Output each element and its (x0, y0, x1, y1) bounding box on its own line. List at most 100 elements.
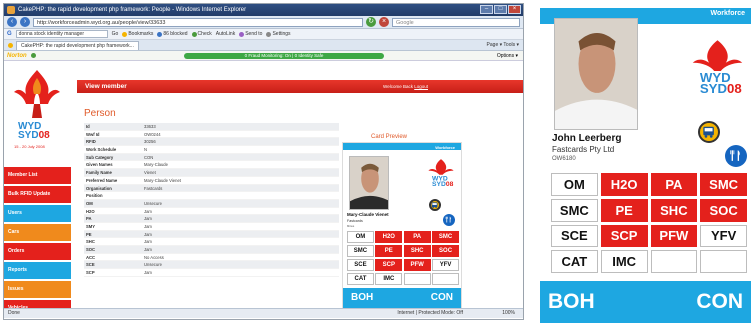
access-zone-cell: SOC (432, 244, 459, 258)
toolbar-input[interactable]: donna stock identity manager (15, 30, 108, 38)
access-zone-cell: SMC (432, 231, 459, 244)
table-row: SCP Jam (84, 269, 339, 277)
table-row: ACC No Access (84, 254, 339, 262)
category-right: CON (430, 292, 453, 303)
zoom-level[interactable]: 100% (502, 309, 515, 318)
close-button[interactable]: × (508, 5, 521, 14)
cutlery-icon (443, 214, 455, 226)
access-zone-cell: IMC (375, 272, 403, 285)
access-zone-cell: PA (403, 231, 431, 244)
toolbar-blocked-label: 86 blocked (163, 31, 188, 37)
toolbar-sendto-label: Send to (245, 31, 263, 37)
norton-options[interactable]: Options ▾ (497, 53, 518, 59)
person-table: Id 33633 Wwf Id OW0244 RFID 30256 Work Schedul… (84, 123, 339, 277)
field-value: Mary-Claude Vienet (144, 177, 181, 183)
bus-icon (429, 199, 441, 211)
table-row: Wwf Id OW0244 (84, 131, 339, 139)
check-icon (191, 31, 197, 37)
access-zone-cell: SMC (347, 244, 374, 258)
access-zone-cell: PA (650, 173, 698, 196)
svg-text:SYD08: SYD08 (700, 81, 742, 93)
access-zone-cell: PFW (403, 258, 431, 272)
field-label: SOC (86, 247, 96, 252)
table-row: PE Jam (84, 230, 339, 239)
send-icon (239, 31, 245, 37)
logo-line2: SYD (18, 130, 39, 141)
field-label: Position (86, 193, 103, 199)
toolbar-settings[interactable]: Settings (266, 31, 291, 37)
person-silhouette-icon (350, 157, 388, 209)
refresh-icon[interactable]: ↻ (366, 17, 376, 27)
sidebar-menu-item[interactable]: Cars (4, 224, 71, 241)
page-tools-menu[interactable]: Page ▾ Tools ▾ (487, 42, 519, 48)
field-label: Wwf Id (86, 131, 100, 137)
back-icon[interactable]: ‹ (7, 17, 17, 27)
toolbar-sendto[interactable]: Send to (239, 31, 262, 37)
field-label: Id (86, 124, 90, 129)
stop-icon[interactable]: × (379, 17, 389, 27)
access-zone-cell (700, 250, 747, 273)
table-row: Id 33633 (84, 123, 339, 131)
table-row: OM Unsecure (84, 199, 339, 208)
tab-cakephp[interactable]: CakePHP: the rapid development php frame… (16, 41, 139, 50)
logout-link[interactable]: Logout (414, 84, 428, 89)
forward-icon[interactable]: › (20, 17, 30, 27)
maximize-button[interactable]: □ (494, 5, 507, 14)
toolbar-blocked[interactable]: 86 blocked (157, 31, 188, 37)
logo-dates: 15 - 20 July 2008 (14, 144, 45, 149)
wyd-logo: WYD SYD08 15 - 20 July 2008 (4, 62, 71, 162)
card-bottom-band: BOH CON (540, 281, 751, 323)
table-row: Organisation Fastcards (84, 184, 339, 193)
url-field[interactable]: http://workforceadmin.wyd.org.au/people/… (33, 17, 363, 27)
minimize-button[interactable]: – (480, 5, 493, 14)
field-label: Given Names (86, 162, 113, 168)
field-label: PE (86, 231, 92, 237)
sidebar-menu-item[interactable]: Users (4, 205, 71, 222)
wyd-card-logo: WYD SYD08 (427, 158, 455, 188)
toolbar-bookmarks[interactable]: Bookmarks (122, 31, 153, 37)
ie-icon (7, 6, 15, 14)
favorites-star-icon[interactable] (8, 43, 13, 48)
field-value: Vienet (144, 170, 156, 176)
sidebar-menu-item[interactable]: Reports (4, 262, 71, 279)
access-zone-cell: SMC (700, 173, 747, 196)
tab-strip: CakePHP: the rapid development php frame… (4, 40, 523, 51)
field-label: OM (86, 200, 93, 206)
star-icon (122, 31, 128, 37)
wrench-icon (266, 31, 272, 37)
page-header: View member Welcome Back Logout (77, 80, 523, 93)
address-bar: ‹ › http://workforceadmin.wyd.org.au/peo… (4, 16, 523, 29)
sidebar-menu-item[interactable]: Member List (4, 167, 71, 184)
sidebar-menu-item[interactable]: Issues (4, 281, 71, 298)
field-value: Unsecure (144, 200, 162, 206)
toolbar-check[interactable]: Check (191, 31, 212, 37)
sidebar-menu-item[interactable]: Orders (4, 243, 71, 260)
sidebar-menu-item[interactable]: Bulk RFID Update (4, 186, 71, 203)
section-title: Person (84, 108, 116, 119)
field-value: No Access (144, 254, 164, 260)
member-organisation: Fastcards (347, 218, 363, 223)
toolbar-go[interactable]: Go (112, 31, 119, 37)
field-value: 30256 (144, 139, 156, 145)
access-zone-cell: SCP (600, 224, 648, 248)
sidebar: WYD SYD08 15 - 20 July 2008 Member List B… (4, 62, 71, 317)
browser-window: CakePHP: the rapid development php frame… (3, 3, 524, 320)
card-preview-title: Card Preview (370, 134, 407, 140)
table-row: Family Name Vienet (84, 169, 339, 177)
field-label: SMY (86, 223, 96, 229)
norton-status-bar: 0 Fraud Monitoring: On | 0 Identity Safe (184, 53, 384, 59)
access-zone-cell (432, 272, 459, 285)
access-zone-cell: IMC (600, 250, 648, 273)
logo-year: 08 (38, 130, 50, 141)
access-zone-cell (403, 272, 431, 285)
toolbar-check-label: Check (197, 31, 212, 37)
sidebar-menu: Member List Bulk RFID Update Users Cars Orde… (4, 167, 71, 319)
toolbar-autolink[interactable]: AutoLink (216, 31, 235, 37)
search-input[interactable]: Google (392, 17, 520, 27)
member-organisation: Fastcards Pty Ltd (552, 145, 615, 154)
field-label: SHC (86, 239, 95, 245)
field-label: SCP (86, 270, 95, 276)
category-right: CON (696, 290, 743, 313)
access-zone-cell: H2O (600, 173, 648, 196)
welcome-label: Welcome Back (383, 84, 413, 89)
